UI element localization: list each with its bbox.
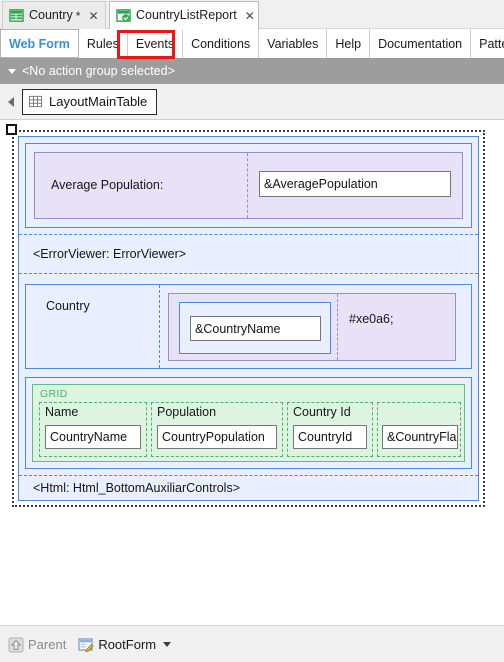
parent-label: Parent [28,636,67,652]
grid-column-header: Country Id [293,405,351,419]
column-divider [247,153,248,218]
grid-cell-control[interactable]: CountryPopulation [157,425,277,449]
tab-patterns[interactable]: Patterns [471,29,504,58]
table-grid-icon [28,94,43,109]
layout-main-table[interactable]: Average Population: &AveragePopulation <… [18,136,479,501]
grid-wrapper-panel[interactable]: GRID Name CountryName Population Country… [25,377,472,469]
breadcrumb: LayoutMainTable [0,84,504,120]
flag-column-divider [337,294,338,360]
chevron-down-icon[interactable] [163,641,172,647]
average-population-label: Average Population: [51,178,164,192]
average-population-value-control[interactable]: &AveragePopulation [259,171,451,197]
country-flag-glyph-cell: #xe0a6; [349,312,394,326]
tab-variables[interactable]: Variables [259,29,328,58]
grid-column-header: Population [157,405,217,419]
rootform-label: RootForm [98,636,157,652]
action-group-label: <No action group selected> [22,64,175,78]
grid-column-country-flag[interactable]: &CountryFlag [377,402,461,457]
rootform-button[interactable]: RootForm [78,636,172,652]
tab-conditions[interactable]: Conditions [183,29,260,58]
section-tab-bar: Web Form Rules Events Conditions Variabl… [0,29,504,58]
bottom-html-label: <Html: Html_BottomAuxiliarControls> [33,481,241,495]
close-icon[interactable]: ✕ [88,10,98,22]
webpanel-green-icon [116,8,131,23]
breadcrumb-item-label: LayoutMainTable [49,94,148,109]
close-icon[interactable]: ✕ [245,10,255,22]
country-label: Country [46,299,90,313]
error-viewer-row[interactable]: <ErrorViewer: ErrorViewer> [19,234,478,274]
tab-web-form[interactable]: Web Form [0,29,79,58]
grid-cell-control[interactable]: CountryId [293,425,367,449]
document-tab-countrylistreport[interactable]: CountryListReport ✕ [109,1,259,30]
tab-help[interactable]: Help [327,29,371,58]
grid-control[interactable]: GRID Name CountryName Population Country… [32,384,465,462]
grid-cell-control[interactable]: &CountryFlag [382,425,458,449]
grid-column-country-id[interactable]: Country Id CountryId [287,402,373,457]
up-arrow-icon [8,637,24,652]
web-form-design-canvas[interactable]: Average Population: &AveragePopulation <… [0,121,504,625]
form-edit-icon [78,637,94,652]
document-tab-dirty-marker: * [75,8,81,23]
country-panel[interactable]: Country &CountryName #xe0a6; [25,284,472,369]
country-name-control[interactable]: &CountryName [190,316,321,341]
grid-cell-control[interactable]: CountryName [45,425,141,449]
chevron-left-icon[interactable] [0,84,22,120]
error-viewer-label: <ErrorViewer: ErrorViewer> [33,247,187,261]
chevron-left-glyph [8,96,14,107]
breadcrumb-item-layoutmaintable[interactable]: LayoutMainTable [22,88,158,115]
grid-column-population[interactable]: Population CountryPopulation [151,402,283,457]
country-column-divider [159,285,160,368]
status-bar: Parent RootForm [0,625,504,662]
tab-events[interactable]: Events [128,29,184,58]
tab-rules[interactable]: Rules [79,29,128,58]
table-green-icon [9,8,24,23]
document-tab-label: Country [29,8,73,23]
average-population-row[interactable]: Average Population: &AveragePopulation [34,152,463,219]
country-name-purple-group[interactable]: &CountryName #xe0a6; [168,293,456,361]
grid-column-name[interactable]: Name CountryName [39,402,147,457]
tab-documentation[interactable]: Documentation [370,29,472,58]
average-population-panel[interactable]: Average Population: &AveragePopulation [25,143,472,228]
grid-title-label: GRID [40,388,68,400]
country-name-inner-panel[interactable]: &CountryName [179,302,331,354]
chevron-down-icon[interactable] [8,68,16,74]
document-tab-label: CountryListReport [136,8,237,23]
parent-button[interactable]: Parent [8,637,66,652]
grid-column-header: Name [45,405,79,419]
document-tab-bar: Country * ✕ CountryListReport ✕ [0,0,504,30]
document-tab-country[interactable]: Country * ✕ [2,1,106,29]
action-group-bar[interactable]: <No action group selected> [0,58,504,84]
selection-handle[interactable] [6,124,17,135]
bottom-html-row[interactable]: <Html: Html_BottomAuxiliarControls> [19,475,478,500]
